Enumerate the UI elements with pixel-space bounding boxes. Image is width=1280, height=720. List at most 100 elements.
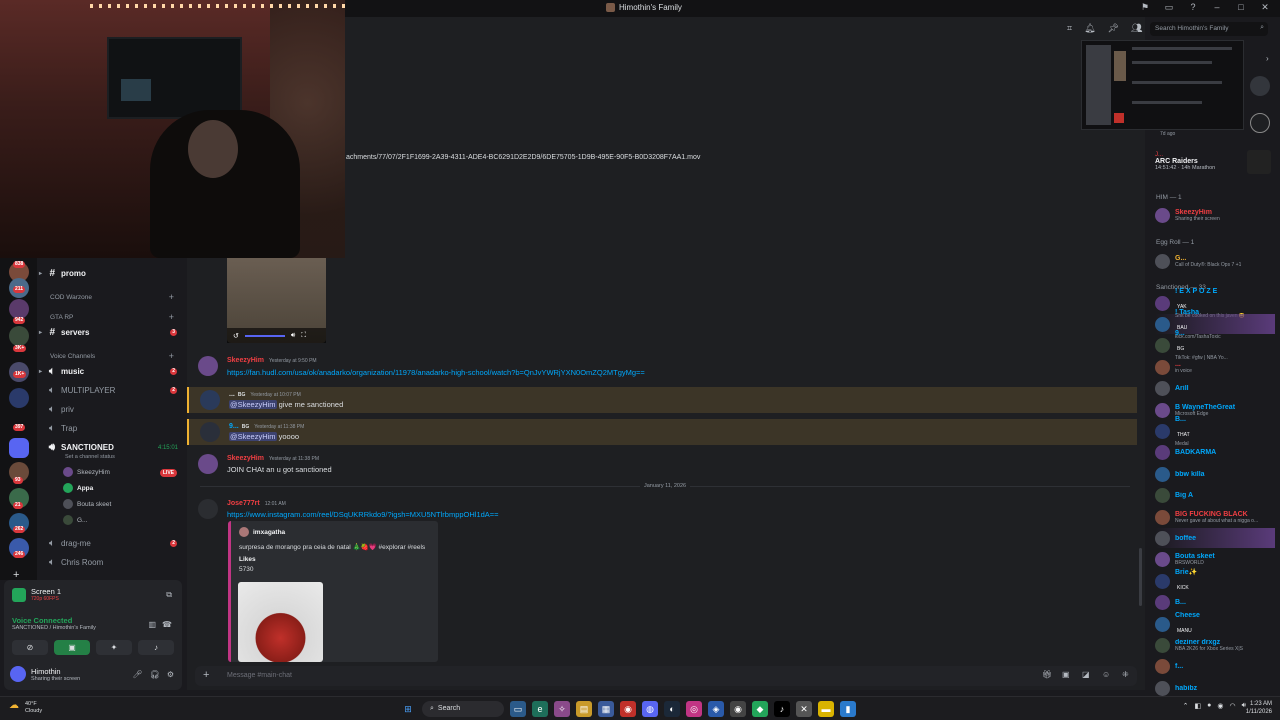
author-name[interactable]: ... xyxy=(229,391,235,398)
member-item[interactable]: BADKARMA xyxy=(1155,443,1275,463)
add-channel-icon[interactable]: + xyxy=(169,292,174,302)
voice-user[interactable]: Appa xyxy=(63,483,93,493)
member-item[interactable]: boffee xyxy=(1155,528,1275,549)
voice-connection[interactable]: Voice Connected SANCTIONED / Himothin's … xyxy=(12,616,96,631)
xbox-icon[interactable]: ✕ xyxy=(796,701,812,717)
member-item[interactable]: Big A xyxy=(1155,486,1275,506)
chat-scrollbar[interactable] xyxy=(1139,548,1142,606)
add-channel-icon[interactable]: + xyxy=(169,351,174,361)
emoji-icon[interactable]: ☺ xyxy=(1102,670,1110,679)
category-gta[interactable]: GTA RP + xyxy=(50,312,180,322)
fullscreen-icon[interactable]: ⛶ xyxy=(301,332,306,340)
category-cod[interactable]: COD Warzone + xyxy=(50,292,180,302)
voice-user[interactable]: SkeezyHim xyxy=(63,467,110,477)
soundboard-button[interactable]: ♪ xyxy=(138,640,174,655)
channel-drag-me[interactable]: 🔈︎ drag-me 2 xyxy=(37,534,185,552)
member-item[interactable]: B... xyxy=(1155,593,1275,613)
volume-icon[interactable]: 🔊︎ xyxy=(291,332,295,340)
camera-off-button[interactable]: ⊘ xyxy=(12,640,48,655)
message-composer[interactable]: + Message #main-chat 🎁︎ ▣ ◪ ☺ ⁜ xyxy=(195,666,1137,686)
embed-image[interactable] xyxy=(238,582,323,662)
member-item[interactable]: f... xyxy=(1155,657,1275,677)
server-icon[interactable] xyxy=(1250,113,1270,133)
author-name[interactable]: 9... xyxy=(229,423,239,430)
activities-button[interactable]: ✦ xyxy=(96,640,132,655)
member-item[interactable]: BIG FUCKING BLACK Never gave af about wha… xyxy=(1155,507,1275,527)
avatar[interactable] xyxy=(200,390,220,410)
voice-user[interactable]: Bouta skeet xyxy=(63,499,111,509)
sticker-icon[interactable]: ◪ xyxy=(1082,670,1090,679)
live-badge[interactable]: LIVE xyxy=(159,469,177,477)
member-item[interactable]: B... THAT Medal xyxy=(1155,416,1275,447)
copilot-icon[interactable]: ✧ xyxy=(554,701,570,717)
screen-share-info[interactable]: Screen 1 720p 60FPS xyxy=(12,587,61,602)
settings-gear-icon[interactable]: ⚙ xyxy=(167,670,174,679)
sticky-notes-icon[interactable]: ▬ xyxy=(818,701,834,717)
avatar[interactable] xyxy=(198,499,218,519)
headphones-icon[interactable]: 🎧︎ xyxy=(150,670,160,679)
channel-servers[interactable]: ▸ # servers 3 xyxy=(37,323,185,341)
share-screen-button[interactable]: ▣ xyxy=(54,640,90,655)
message-author[interactable]: 9... BG Yesterday at 11:38 PM xyxy=(229,423,304,430)
edge-icon[interactable]: e xyxy=(532,701,548,717)
member-item[interactable]: bbw killa xyxy=(1155,464,1275,484)
message-author[interactable]: SkeezyHim Yesterday at 9:50 PM xyxy=(227,357,317,364)
pin-icon[interactable]: 📌︎ xyxy=(1108,23,1119,34)
bell-icon[interactable]: 🔔︎ xyxy=(1084,23,1095,34)
chevron-right-icon[interactable]: › xyxy=(1266,54,1269,63)
message-author[interactable]: Jose777rt 12:01 AM xyxy=(227,500,286,507)
category-voice[interactable]: Voice Channels + xyxy=(50,351,180,361)
member-item[interactable]: 9... BG TikTok: #gfw | NBA Yo... xyxy=(1155,330,1275,361)
member-item[interactable]: Bouta skeet BRSWORLD xyxy=(1155,550,1275,570)
task-view-icon[interactable]: ▭ xyxy=(510,701,526,717)
activity-card[interactable]: J... ARC Raiders 14:51:42 · 14h Marathon xyxy=(1155,150,1271,174)
message-author[interactable]: SkeezyHim Yesterday at 11:38 PM xyxy=(227,455,319,462)
discord-icon[interactable]: ◍ xyxy=(642,701,658,717)
channel-priv[interactable]: 🔈︎ priv xyxy=(37,400,185,418)
taskbar-search[interactable]: ⌕ Search xyxy=(422,701,504,717)
obs-icon[interactable]: ◉ xyxy=(730,701,746,717)
avatar[interactable] xyxy=(198,454,218,474)
channel-promo[interactable]: ▸ # promo xyxy=(37,264,185,282)
author-name[interactable]: Jose777rt xyxy=(227,500,260,507)
server-icon-active[interactable] xyxy=(9,438,29,458)
video-progress[interactable] xyxy=(244,334,285,337)
app-icon[interactable]: ◈ xyxy=(708,701,724,717)
monitor-icon[interactable]: ▭ xyxy=(1162,2,1176,13)
gift-icon[interactable]: 🎁︎ xyxy=(1042,670,1052,679)
current-user[interactable]: Himothin Sharing their screen xyxy=(10,666,80,682)
popout-icon[interactable]: ⧉ xyxy=(166,590,172,600)
member-item[interactable]: B WayneTheGreat Microsoft Edge xyxy=(1155,400,1275,420)
steam-icon[interactable]: ◐ xyxy=(664,701,680,717)
member-item[interactable]: SkeezyHim Sharing their screen xyxy=(1155,205,1275,225)
server-icon[interactable] xyxy=(1250,76,1270,96)
channel-status[interactable]: Set a channel status xyxy=(65,454,115,460)
server-icon[interactable] xyxy=(9,299,29,319)
tiktok-icon[interactable]: ♪ xyxy=(774,701,790,717)
channel-multiplayer[interactable]: 🔈︎ MULTIPLAYER 2 xyxy=(37,381,185,399)
close-button[interactable]: ✕ xyxy=(1258,2,1272,13)
video-attachment[interactable]: ↺ 🔊︎ ⛶ xyxy=(227,258,326,343)
channel-trap[interactable]: 🔈︎ Trap xyxy=(37,419,185,437)
avatar[interactable] xyxy=(198,356,218,376)
channel-music[interactable]: ▸ 🔈︎ music 2 xyxy=(37,362,185,380)
chrome-icon[interactable]: ◉ xyxy=(620,701,636,717)
microphone-icon[interactable]: 🎤︎ xyxy=(133,670,143,679)
member-item[interactable]: Cheese MANU xyxy=(1155,612,1275,634)
search-input[interactable]: Search Himothin's Family ⌕ xyxy=(1150,22,1268,36)
attachment-filename[interactable]: achments/77/07/2F1F1699-2A39-4311-ADE4-B… xyxy=(346,154,700,161)
add-attachment-icon[interactable]: + xyxy=(203,669,209,681)
message-link[interactable]: https://www.instagram.com/reel/DSqUKRRkd… xyxy=(227,510,499,519)
instagram-icon[interactable]: ◎ xyxy=(686,701,702,717)
disconnect-icon[interactable]: ☎ xyxy=(162,620,172,629)
store-icon[interactable]: ▦ xyxy=(598,701,614,717)
voice-user[interactable]: G... xyxy=(63,515,87,525)
server-icon[interactable] xyxy=(9,388,29,408)
start-icon[interactable]: ⊞ xyxy=(400,701,416,717)
message-author[interactable]: ... BG Yesterday at 10:07 PM xyxy=(229,391,301,398)
channel-chris-room[interactable]: 🔈︎ Chris Room xyxy=(37,553,185,571)
screen-share-preview[interactable] xyxy=(1081,40,1244,130)
member-item[interactable]: ... in voice xyxy=(1155,357,1275,377)
server-icon[interactable] xyxy=(9,326,29,346)
author-name[interactable]: SkeezyHim xyxy=(227,357,264,364)
